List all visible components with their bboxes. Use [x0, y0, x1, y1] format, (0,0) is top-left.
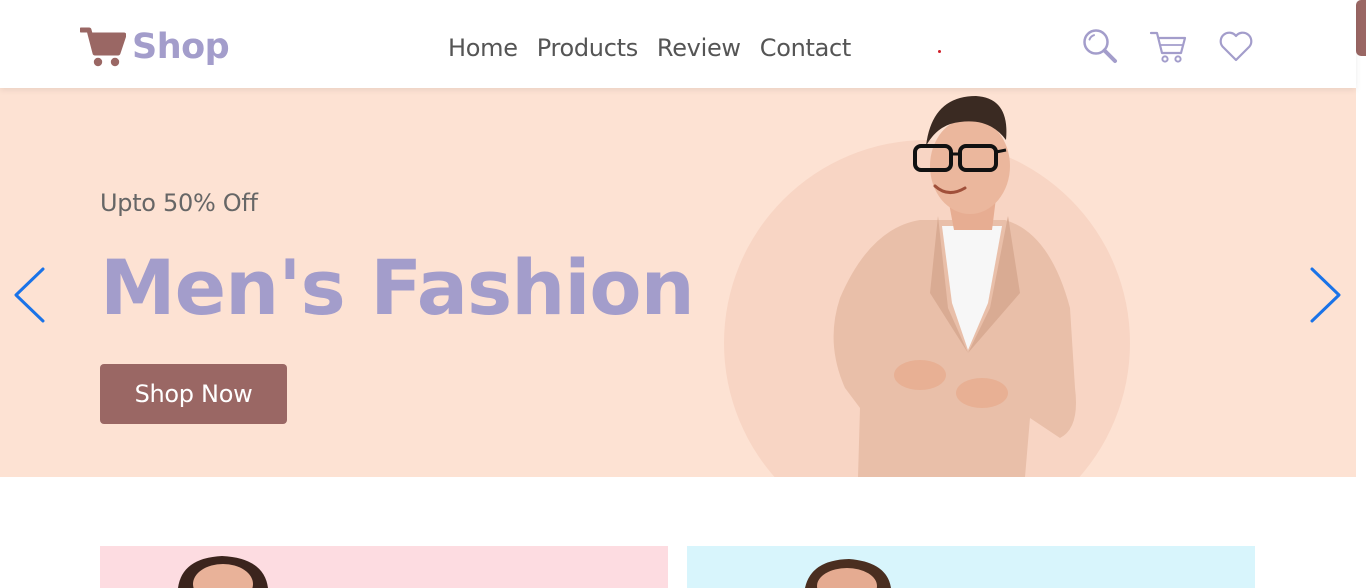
product-card-men[interactable] [687, 546, 1255, 588]
scrollbar-thumb[interactable] [1356, 0, 1366, 56]
cart-icon [78, 26, 127, 68]
search-icon[interactable] [1081, 27, 1119, 65]
page: Shop Home Products Review Contact Upto 5… [0, 0, 1366, 588]
nav-products[interactable]: Products [537, 30, 639, 66]
hero-image [720, 88, 1140, 477]
shop-now-button[interactable]: Shop Now [100, 364, 287, 424]
slider-next-button[interactable] [1308, 265, 1342, 325]
hero-title: Men's Fashion [100, 243, 695, 332]
chevron-left-icon [14, 267, 45, 323]
hero-subtitle: Upto 50% Off [100, 189, 258, 217]
main-nav: Home Products Review Contact [448, 30, 870, 66]
brand-name: Shop [132, 27, 230, 67]
heart-icon[interactable] [1217, 27, 1255, 65]
nav-contact[interactable]: Contact [760, 30, 852, 66]
nav-home[interactable]: Home [448, 30, 518, 66]
indicator-dot [938, 50, 941, 53]
cart-icon[interactable] [1149, 27, 1187, 65]
product-card-women[interactable] [100, 546, 668, 588]
brand-logo[interactable]: Shop [78, 26, 230, 68]
hero-slider: Upto 50% Off Men's Fashion Shop Now [0, 88, 1356, 477]
site-header: Shop Home Products Review Contact [0, 0, 1356, 88]
chevron-right-icon [1310, 267, 1341, 323]
slider-prev-button[interactable] [12, 265, 46, 325]
header-icons [1081, 27, 1285, 65]
nav-review[interactable]: Review [657, 30, 741, 66]
